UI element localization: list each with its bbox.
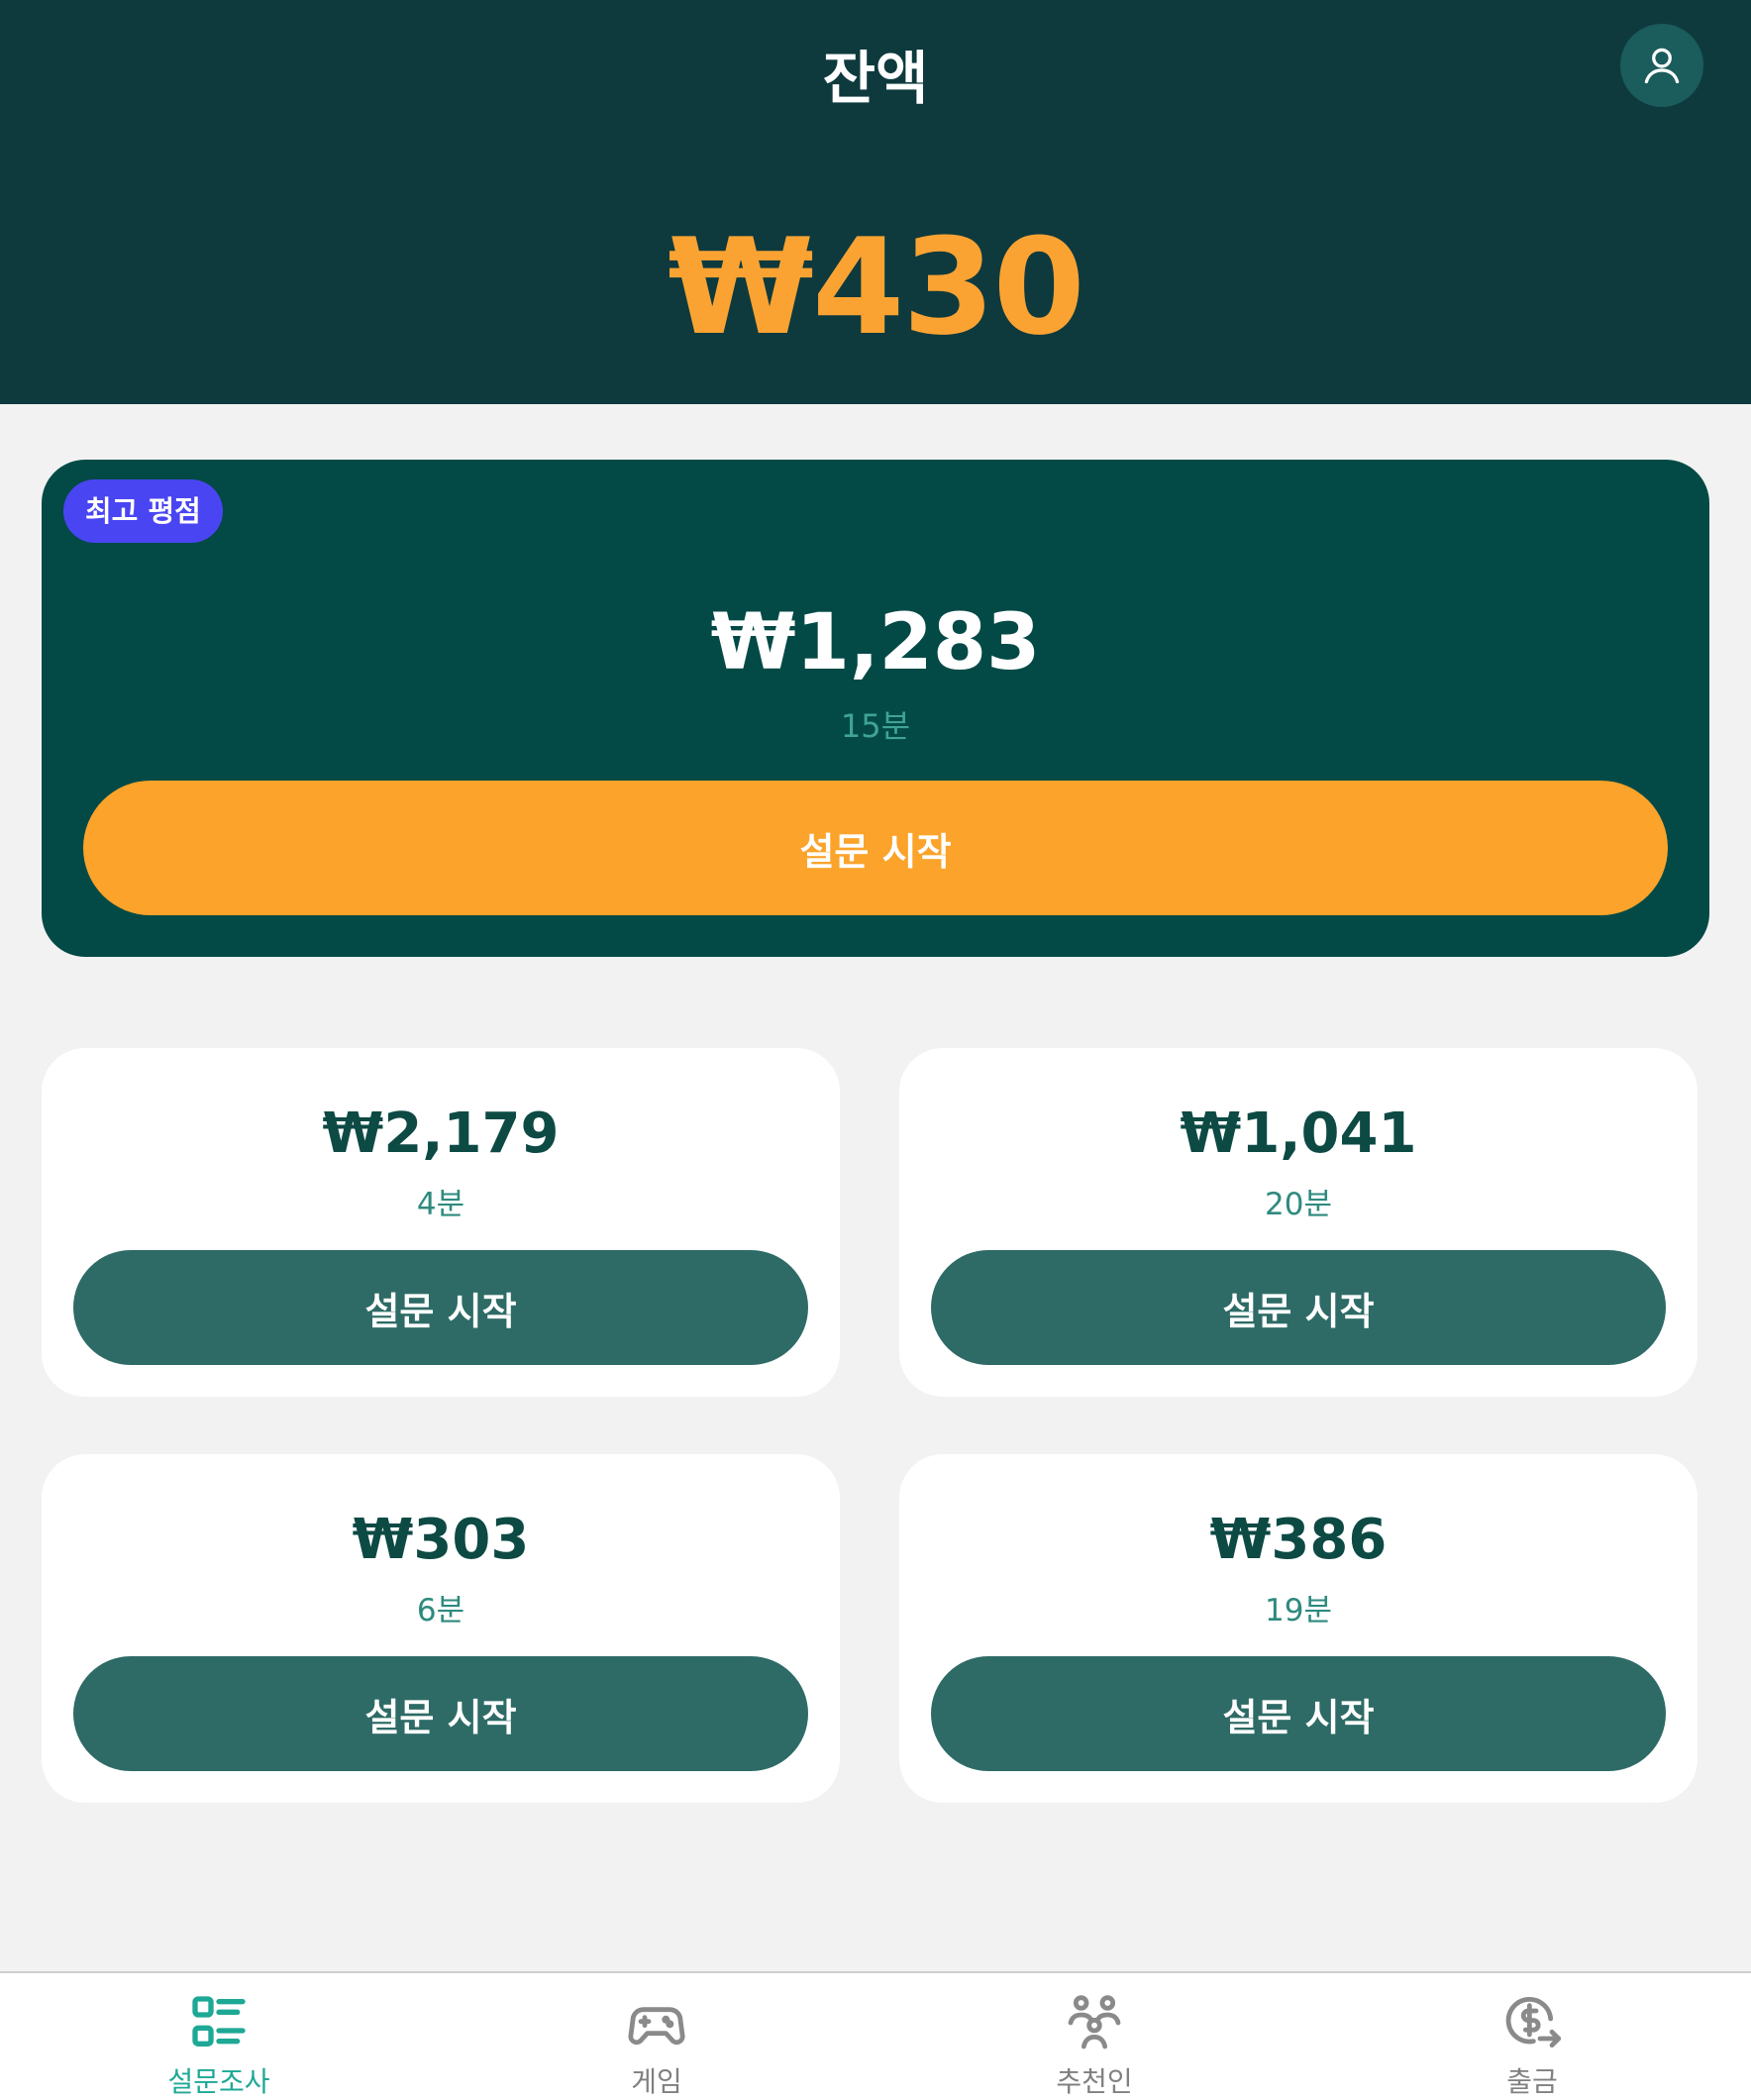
survey-card: ₩303 6분 설문 시작 <box>42 1454 840 1803</box>
survey-reward: ₩303 <box>352 1508 530 1572</box>
survey-card: ₩386 19분 설문 시작 <box>899 1454 1698 1803</box>
featured-duration: 15분 <box>840 707 911 745</box>
survey-duration: 4분 <box>416 1187 465 1222</box>
survey-duration: 6분 <box>416 1593 465 1628</box>
top-rated-badge: 최고 평점 <box>63 479 223 543</box>
start-survey-button[interactable]: 설문 시작 <box>931 1656 1666 1771</box>
nav-item-referrals[interactable]: 추천인 <box>876 1973 1313 2100</box>
featured-start-survey-button[interactable]: 설문 시작 <box>83 781 1668 915</box>
page-title: 잔액 <box>822 45 929 112</box>
nav-label: 출금 <box>1506 2065 1558 2098</box>
survey-card: ₩1,041 20분 설문 시작 <box>899 1048 1698 1397</box>
start-survey-button[interactable]: 설문 시작 <box>73 1250 808 1365</box>
survey-duration: 20분 <box>1265 1187 1332 1222</box>
balance-amount: ₩430 <box>668 210 1085 365</box>
survey-reward: ₩1,041 <box>1180 1102 1417 1166</box>
survey-reward: ₩2,179 <box>322 1102 560 1166</box>
withdraw-dollar-icon <box>1505 1997 1562 2048</box>
nav-label: 게임 <box>631 2065 682 2098</box>
bottom-navigation: 설문조사 게임 추천인 출금 <box>0 1971 1751 2100</box>
featured-reward: ₩1,283 <box>710 598 1041 687</box>
survey-card: ₩2,179 4분 설문 시작 <box>42 1048 840 1397</box>
start-survey-button[interactable]: 설문 시작 <box>73 1656 808 1771</box>
app-root: 잔액 ₩430 최고 평점 ₩1,283 15분 설문 시작 ₩2,179 4분… <box>0 0 1751 2100</box>
gamepad-icon <box>628 2007 685 2046</box>
survey-list-icon <box>192 1996 246 2047</box>
featured-survey-card: 최고 평점 ₩1,283 15분 설문 시작 <box>42 460 1709 957</box>
start-survey-button[interactable]: 설문 시작 <box>931 1250 1666 1365</box>
survey-duration: 19분 <box>1265 1593 1332 1628</box>
balance-header: 잔액 ₩430 <box>0 0 1751 404</box>
referral-people-icon <box>1068 1995 1121 2049</box>
profile-button[interactable] <box>1620 24 1703 107</box>
nav-label: 설문조사 <box>167 2065 270 2098</box>
nav-item-games[interactable]: 게임 <box>438 1973 876 2100</box>
user-icon <box>1644 48 1680 84</box>
survey-reward: ₩386 <box>1209 1508 1388 1572</box>
nav-item-surveys[interactable]: 설문조사 <box>0 1973 438 2100</box>
nav-label: 추천인 <box>1056 2065 1133 2098</box>
nav-item-withdraw[interactable]: 출금 <box>1313 1973 1751 2100</box>
